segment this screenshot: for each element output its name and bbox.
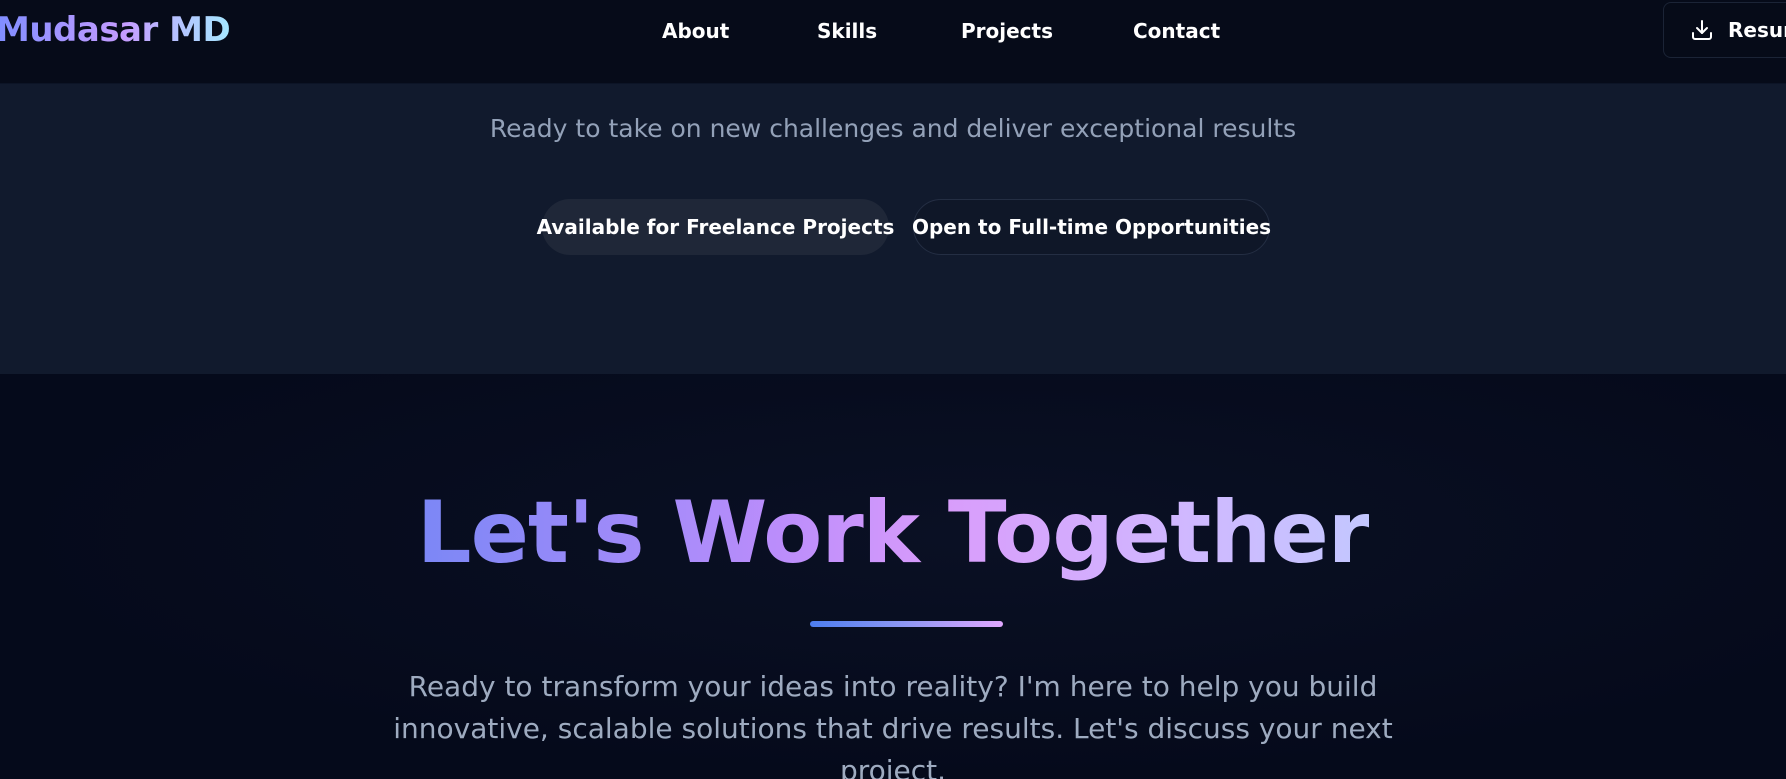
title-divider — [810, 621, 1003, 627]
work-together-section: Let's Work Together Ready to transform y… — [0, 374, 1786, 779]
availability-section: Ready to take on new challenges and deli… — [0, 84, 1786, 374]
nav-link-about[interactable]: About — [662, 19, 729, 43]
top-navbar: Mudasar MD About Skills Projects Contact… — [0, 0, 1786, 84]
download-icon — [1692, 20, 1712, 40]
nav-link-skills[interactable]: Skills — [817, 19, 877, 43]
nav-links: About Skills Projects Contact — [0, 19, 1786, 47]
nav-link-projects[interactable]: Projects — [961, 19, 1053, 43]
resume-download-button[interactable]: Resume — [1663, 2, 1786, 58]
page: Mudasar MD About Skills Projects Contact… — [0, 0, 1786, 779]
availability-subtitle: Ready to take on new challenges and deli… — [489, 114, 1297, 143]
freelance-badge[interactable]: Available for Freelance Projects — [537, 199, 894, 255]
fulltime-badge[interactable]: Open to Full-time Opportunities — [912, 199, 1271, 255]
section-title-text: Let's Work Together — [416, 483, 1370, 583]
resume-label: Resume — [1728, 18, 1786, 42]
nav-link-contact[interactable]: Contact — [1133, 19, 1220, 43]
section-title: Let's Work Together — [0, 490, 1786, 576]
section-description: Ready to transform your ideas into reali… — [393, 670, 1393, 779]
